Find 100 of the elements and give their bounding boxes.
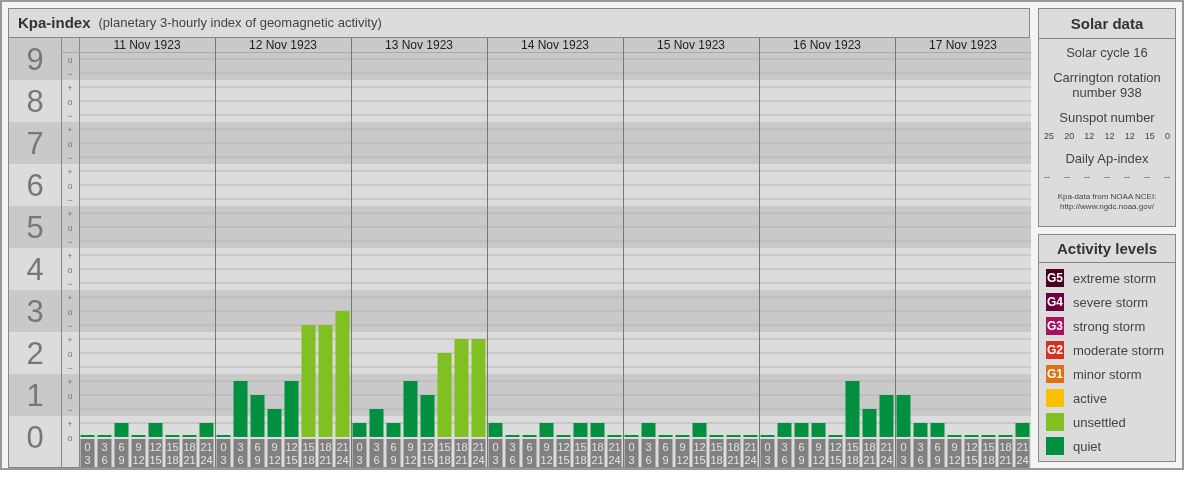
time-slot-label: 12 15 xyxy=(828,438,843,467)
axis-tick-label: o xyxy=(67,432,73,443)
axis-label: 5 xyxy=(26,209,44,245)
solar-cycle-text: Solar cycle 16 xyxy=(1066,45,1148,60)
axis-tick-label: − xyxy=(67,194,73,205)
time-slot-label: 15 18 xyxy=(301,438,316,467)
panel-subtitle: (planetary 3-hourly index of geomagnetic activity) xyxy=(98,15,382,31)
axis-tick-label: o xyxy=(67,306,73,317)
axis-label: 3 xyxy=(26,293,44,329)
ap-index-value: -- xyxy=(1084,172,1090,182)
ap-index-value: -- xyxy=(1064,172,1070,182)
time-slot-label: 9 12 xyxy=(131,438,146,467)
axis-tick-label: − xyxy=(67,320,73,331)
axis-label: 0 xyxy=(26,419,44,455)
time-slot-label: 3 6 xyxy=(641,438,656,467)
time-slot-label: 9 12 xyxy=(947,438,962,467)
axis-tick-label: o xyxy=(67,222,73,233)
time-slot-label: 15 18 xyxy=(437,438,452,467)
axis-tick-label: − xyxy=(67,236,73,247)
axis-tick-label: o xyxy=(67,138,73,149)
axis-tick-label: + xyxy=(67,124,73,135)
time-slot-label: 18 21 xyxy=(862,438,877,467)
axis-label: 4 xyxy=(26,251,44,287)
ap-index-heading: Daily Ap-index xyxy=(1065,151,1149,166)
axis-tick-label: o xyxy=(67,54,73,65)
axis-label: 9 xyxy=(26,41,44,77)
time-slot-label: 3 6 xyxy=(777,438,792,467)
carrington-rotation-text: Carrington rotation number 938 xyxy=(1052,70,1162,100)
axis-tick-label: o xyxy=(67,180,73,191)
level-label: severe storm xyxy=(1073,294,1149,310)
time-slot-label: 15 18 xyxy=(573,438,588,467)
axis-tick-label: + xyxy=(67,376,73,387)
time-slot-label: 18 21 xyxy=(318,438,333,467)
time-slot-label: 12 15 xyxy=(964,438,979,467)
date-label: 14 Nov 1923 xyxy=(520,37,590,52)
time-slot-label: 6 9 xyxy=(658,438,673,467)
panel-title: Kpa-index xyxy=(18,14,91,32)
level-label: strong storm xyxy=(1073,318,1146,334)
level-label: unsettled xyxy=(1073,414,1126,430)
ap-index-value: -- xyxy=(1104,172,1110,182)
time-slot-label: 18 21 xyxy=(182,438,197,467)
time-slot-label: 0 3 xyxy=(624,438,639,467)
level-label: active xyxy=(1073,390,1107,406)
time-slot-label: 0 3 xyxy=(760,438,775,467)
time-slot-label: 6 9 xyxy=(114,438,129,467)
level-label: minor storm xyxy=(1073,366,1142,382)
level-swatch: G3 xyxy=(1046,317,1064,335)
axis-tick-label: o xyxy=(67,264,73,275)
axis-tick-label: + xyxy=(67,334,73,345)
source-url: http://www.ngdc.noaa.gov/ xyxy=(1059,202,1155,212)
ap-index-value: -- xyxy=(1164,172,1170,182)
time-slot-label: 12 15 xyxy=(420,438,435,467)
level-swatch: G1 xyxy=(1046,365,1064,383)
sunspot-heading: Sunspot number xyxy=(1059,110,1155,125)
time-slot-label: 9 12 xyxy=(675,438,690,467)
time-slot-label: 6 9 xyxy=(930,438,945,467)
axis-tick-label: − xyxy=(67,404,73,415)
axis-tick-label: + xyxy=(67,82,73,93)
panel-title: Activity levels xyxy=(1039,235,1175,263)
axis-tick-label: − xyxy=(67,110,73,121)
axis-label: 1 xyxy=(26,377,44,413)
time-slot-label: 3 6 xyxy=(233,438,248,467)
level-swatch: G5 xyxy=(1046,269,1064,287)
time-slot-label: 12 15 xyxy=(148,438,163,467)
time-slot-label: 18 21 xyxy=(726,438,741,467)
time-slot-label: 15 18 xyxy=(165,438,180,467)
time-slot-label: 21 24 xyxy=(335,438,350,467)
sunspot-value: 0 xyxy=(1164,131,1170,141)
time-slot-label: 15 18 xyxy=(845,438,860,467)
time-slot-label: 12 15 xyxy=(556,438,571,467)
source-text: Kpa-data from NOAA NCEI: xyxy=(1057,192,1157,202)
axis-tick-label: + xyxy=(67,250,73,261)
time-slot-label: 3 6 xyxy=(505,438,520,467)
time-slot-label: 21 24 xyxy=(471,438,486,467)
sunspot-value: 25 xyxy=(1044,131,1054,141)
sunspot-value: 12 xyxy=(1084,131,1095,141)
sunspot-value: 15 xyxy=(1144,131,1155,141)
axis-tick-label: + xyxy=(67,418,73,429)
time-slot-label: 15 18 xyxy=(981,438,996,467)
axis-label: 7 xyxy=(26,125,44,161)
time-slot-label: 9 12 xyxy=(811,438,826,467)
axis-tick-label: − xyxy=(67,362,73,373)
axis-tick-label: + xyxy=(67,208,73,219)
time-slot-label: 6 9 xyxy=(794,438,809,467)
level-swatch: G2 xyxy=(1046,341,1064,359)
time-slot-label: 18 21 xyxy=(590,438,605,467)
date-label: 16 Nov 1923 xyxy=(792,37,862,52)
axis-tick-label: o xyxy=(67,96,73,107)
axis-tick-label: o xyxy=(67,390,73,401)
axis-tick-label: − xyxy=(67,68,73,79)
date-label: 17 Nov 1923 xyxy=(928,37,998,52)
ap-index-value: -- xyxy=(1124,172,1130,182)
level-label: quiet xyxy=(1073,438,1102,454)
time-slot-label: 21 24 xyxy=(1015,438,1030,467)
level-swatch: G4 xyxy=(1046,293,1064,311)
time-slot-label: 18 21 xyxy=(998,438,1013,467)
time-slot-label: 12 15 xyxy=(284,438,299,467)
date-label: 11 Nov 1923 xyxy=(113,37,181,52)
time-slot-label: 0 3 xyxy=(216,438,231,467)
sunspot-value: 20 xyxy=(1064,131,1075,141)
